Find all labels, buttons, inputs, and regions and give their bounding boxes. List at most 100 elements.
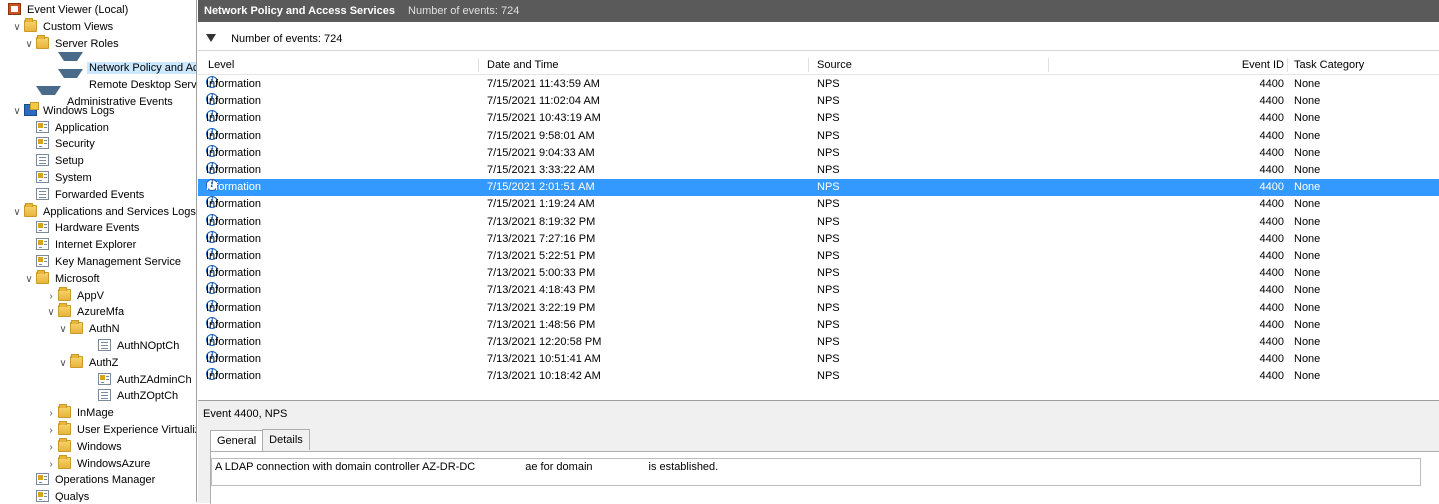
tree-item-label: System <box>55 172 92 184</box>
table-row[interactable]: i Information 7/15/2021 3:33:22 AM NPS 4400 N… <box>198 162 1439 179</box>
level-text: Information <box>206 181 262 194</box>
tab-general[interactable]: General <box>210 430 264 452</box>
tree-item[interactable]: Operations Manager <box>36 472 157 489</box>
cell-date: 7/13/2021 4:18:43 PM <box>487 284 596 297</box>
tree-item[interactable]: System <box>36 170 94 187</box>
tree-item[interactable]: ∨ Microsoft <box>25 269 102 288</box>
cell-task-category: None <box>1294 301 1321 314</box>
tree-item[interactable]: Network Policy and Access Services <box>58 52 196 75</box>
tree-item[interactable]: › User Experience Virtualization <box>49 421 196 439</box>
tree-item[interactable]: ∨ AuthN <box>59 320 122 338</box>
tree-item[interactable]: Forwarded Events <box>36 187 146 204</box>
chevron-right-icon[interactable]: › <box>46 288 56 305</box>
chevron-right-icon[interactable]: › <box>46 456 56 473</box>
tree-item[interactable]: › WindowsAzure <box>49 454 152 473</box>
tree-item[interactable]: Remote Desktop Services <box>58 69 196 91</box>
tree-item[interactable]: AuthNOptCh <box>98 338 181 355</box>
table-row[interactable]: i Information 7/13/2021 5:00:33 PM NPS 4400 N… <box>198 265 1439 282</box>
chevron-down-icon[interactable]: ∨ <box>58 321 68 338</box>
column-header-source[interactable]: Source <box>817 56 852 74</box>
tree-item[interactable]: › Windows <box>49 437 124 456</box>
table-row[interactable]: i Information 7/13/2021 12:20:58 PM NPS 4400… <box>198 334 1439 351</box>
chevron-down-icon[interactable]: ∨ <box>58 355 68 372</box>
table-row[interactable]: i Information 7/13/2021 4:18:43 PM NPS 4400 N… <box>198 282 1439 299</box>
table-row[interactable]: i Information 7/13/2021 8:19:32 PM NPS 4400 N… <box>198 213 1439 231</box>
column-separator[interactable] <box>1287 58 1288 72</box>
tab-details[interactable]: Details <box>262 429 310 450</box>
tree-item[interactable]: ∨ Windows Logs <box>13 101 117 120</box>
level-text: Information <box>206 215 262 228</box>
tree-item[interactable]: Administrative Events <box>36 86 175 108</box>
table-row[interactable]: i Information 7/13/2021 7:27:16 PM NPS 4400 N… <box>198 230 1439 248</box>
tree-item[interactable]: Key Management Service <box>36 254 183 271</box>
tree-item[interactable]: AuthZOptCh <box>98 388 180 405</box>
tree-item[interactable]: ∨ Applications and Services Logs <box>13 202 196 221</box>
event-message[interactable]: A LDAP connection with domain controller… <box>211 458 1421 486</box>
chevron-down-icon[interactable]: ∨ <box>12 204 22 221</box>
tree-item[interactable]: Setup <box>36 153 86 170</box>
tree-item[interactable]: › AppV <box>49 286 106 305</box>
table-row[interactable]: i Information 7/15/2021 9:58:01 AM NPS 4400 N… <box>198 127 1439 145</box>
chevron-down-icon[interactable]: ∨ <box>24 271 34 288</box>
panel-title-bar: Network Policy and Access Services Numbe… <box>198 0 1439 22</box>
folder-icon <box>58 421 71 435</box>
folder-icon <box>58 286 71 301</box>
column-separator[interactable] <box>1048 58 1049 72</box>
panel-title: Network Policy and Access Services <box>204 5 395 17</box>
cell-date: 7/13/2021 5:00:33 PM <box>487 267 596 280</box>
main-panel: Network Policy and Access Services Numbe… <box>198 0 1439 504</box>
chevron-right-icon[interactable]: › <box>46 405 56 422</box>
table-row[interactable]: i Information 7/15/2021 11:43:59 AM NPS 4400… <box>198 76 1439 93</box>
table-row[interactable]: i Information 7/13/2021 5:22:51 PM NPS 4400 N… <box>198 248 1439 265</box>
table-row[interactable]: i Information 7/15/2021 10:43:19 AM NPS 4400… <box>198 110 1439 127</box>
chevron-right-icon[interactable]: › <box>46 439 56 456</box>
level-text: Information <box>206 336 262 348</box>
tree-item-label: AuthNOptCh <box>117 340 180 352</box>
column-header-event-id[interactable]: Event ID <box>1238 56 1284 74</box>
tree-item-label: Hardware Events <box>55 222 140 235</box>
table-row[interactable]: i Information 7/13/2021 10:18:42 AM NPS 4400… <box>198 368 1439 385</box>
cell-task-category: None <box>1294 78 1321 90</box>
tree-item[interactable]: Qualys <box>36 489 91 502</box>
tree-item[interactable]: Hardware Events <box>36 220 141 237</box>
table-row[interactable]: i Information 7/15/2021 2:01:51 AM NPS 4400 N… <box>198 179 1439 197</box>
tree-item[interactable]: ∨ AuthZ <box>59 353 120 372</box>
chevron-down-icon[interactable]: ∨ <box>12 19 22 36</box>
tree-item[interactable]: AuthZAdminCh <box>98 372 194 389</box>
cell-task-category: None <box>1294 95 1321 108</box>
cell-task-category: None <box>1294 215 1321 228</box>
folder-icon <box>58 454 71 469</box>
tree-item[interactable]: Internet Explorer <box>36 237 138 254</box>
tree-item[interactable]: Application <box>36 120 111 137</box>
tree-item[interactable]: › InMage <box>49 404 116 422</box>
tree-item[interactable]: Security <box>36 136 97 153</box>
tree-item[interactable]: ∨ AzureMfa <box>47 303 126 321</box>
table-row[interactable]: i Information 7/13/2021 1:48:56 PM NPS 4400 N… <box>198 316 1439 334</box>
column-separator[interactable] <box>478 58 479 72</box>
chevron-down-icon[interactable]: ∨ <box>46 304 56 321</box>
cell-event-id: 4400 <box>1259 146 1284 159</box>
tree-item[interactable]: ∨ Custom Views <box>13 17 115 36</box>
chevron-down-icon[interactable]: ∨ <box>12 103 22 120</box>
column-header-level[interactable]: Level <box>208 56 234 74</box>
column-header-task-category[interactable]: Task Category <box>1294 56 1364 74</box>
cell-date: 7/13/2021 10:18:42 AM <box>487 370 601 383</box>
column-header-date[interactable]: Date and Time <box>487 56 559 74</box>
table-row[interactable]: i Information 7/15/2021 9:04:33 AM NPS 4400 N… <box>198 144 1439 162</box>
table-row[interactable]: i Information 7/15/2021 11:02:04 AM NPS 4400… <box>198 93 1439 110</box>
table-row[interactable]: i Information 7/13/2021 3:22:19 PM NPS 4400 N… <box>198 299 1439 317</box>
level-text: Information <box>206 370 262 383</box>
table-row[interactable]: i Information 7/13/2021 10:51:41 AM NPS 4400… <box>198 351 1439 368</box>
tree-item-label: Microsoft <box>55 272 100 285</box>
cell-event-id: 4400 <box>1259 112 1284 125</box>
tree-item[interactable]: Event Viewer (Local) <box>8 2 130 19</box>
chevron-right-icon[interactable]: › <box>46 422 56 439</box>
tree-item[interactable]: ∨ Server Roles <box>25 34 121 53</box>
column-separator[interactable] <box>808 58 809 72</box>
cell-date: 7/15/2021 2:01:51 AM <box>487 181 595 194</box>
cell-source: NPS <box>817 301 840 314</box>
cell-source: NPS <box>817 95 840 108</box>
tree-item-label: Windows <box>77 440 122 453</box>
table-row[interactable]: i Information 7/15/2021 1:19:24 AM NPS 4400 N… <box>198 196 1439 213</box>
chevron-down-icon[interactable]: ∨ <box>24 36 34 53</box>
